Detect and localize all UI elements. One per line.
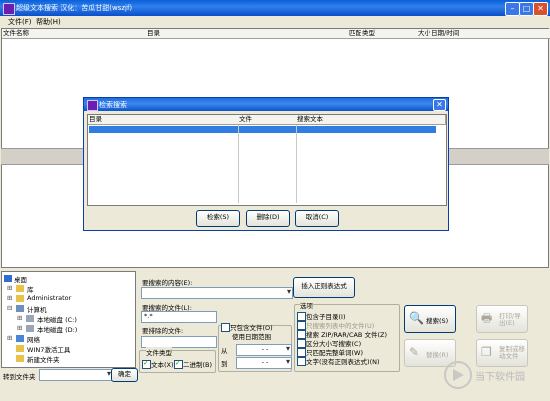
filetype-label: 文件类型 bbox=[146, 347, 172, 357]
col-divider bbox=[296, 125, 297, 203]
watermark: 当下软件园 bbox=[443, 360, 548, 392]
dialog-delete-button[interactable]: 删除(D) bbox=[246, 210, 290, 227]
collapse-icon[interactable]: ⊟ bbox=[7, 304, 12, 312]
option-checkbox[interactable] bbox=[297, 312, 306, 321]
search-dialog: 检索搜索 ✕ 目录 文件 搜索文本 检索(S) 删除(D) 取消(C) bbox=[83, 97, 449, 231]
option-literal: 文字(没有正则表达式)(N) bbox=[306, 358, 380, 366]
dialog-col-text[interactable]: 搜索文本 bbox=[296, 115, 438, 125]
col-datetime[interactable]: 日期/时间 bbox=[430, 29, 517, 39]
files-input[interactable]: *.* bbox=[141, 311, 217, 323]
dialog-col-file[interactable]: 文件 bbox=[238, 115, 298, 125]
tree-item-library[interactable]: 库 bbox=[27, 284, 34, 294]
col-type[interactable]: 类型 bbox=[361, 29, 390, 39]
close-button[interactable]: ✕ bbox=[533, 2, 548, 16]
col-dir[interactable]: 目录 bbox=[146, 29, 338, 39]
tree-item-newfolder[interactable]: 新建文件夹 bbox=[27, 354, 60, 364]
exclude-label: 要排除的文件: bbox=[142, 327, 184, 335]
dialog-search-button[interactable]: 检索(S) bbox=[196, 210, 240, 227]
binary-option: 二进制(B) bbox=[183, 361, 213, 369]
col-filename[interactable]: 文件名称 bbox=[2, 29, 148, 39]
insert-regex-button[interactable]: 插入正则表达式 bbox=[293, 277, 355, 298]
col-size[interactable]: 大小 bbox=[388, 29, 433, 39]
content-label: 要搜索的内容(E): bbox=[142, 279, 193, 287]
watermark-text: 当下软件园 bbox=[475, 372, 525, 383]
dialog-app-icon bbox=[87, 100, 98, 111]
dialog-list[interactable]: 目录 文件 搜索文本 bbox=[87, 114, 447, 206]
network-icon bbox=[16, 335, 24, 342]
folder-icon bbox=[16, 355, 24, 362]
binary-checkbox[interactable] bbox=[174, 359, 183, 369]
copy-files-icon: ❐ bbox=[481, 345, 492, 359]
folder-icon bbox=[16, 285, 24, 292]
desktop-icon bbox=[4, 275, 12, 282]
text-checkbox[interactable] bbox=[142, 359, 151, 369]
from-label: 从 bbox=[221, 347, 228, 355]
watermark-logo-icon bbox=[444, 361, 472, 389]
contains-files-checkbox[interactable] bbox=[221, 323, 230, 332]
printer-icon: 🖶 bbox=[481, 311, 493, 325]
tree-item-computer[interactable]: 计算机 bbox=[27, 304, 47, 314]
dialog-cancel-button[interactable]: 取消(C) bbox=[295, 210, 339, 227]
dialog-close-button[interactable]: ✕ bbox=[433, 99, 446, 111]
date-from-picker[interactable]: - - bbox=[236, 344, 292, 356]
folder-icon bbox=[16, 345, 24, 352]
tree-item-drive-c[interactable]: 本地磁盘 (C:) bbox=[37, 314, 77, 324]
content-input[interactable] bbox=[141, 287, 293, 299]
user-folder-icon bbox=[16, 295, 24, 302]
menu-help[interactable]: 帮助(H) bbox=[36, 17, 61, 27]
option-checkbox[interactable] bbox=[297, 357, 306, 366]
col-divider bbox=[238, 125, 239, 203]
text-option: 文本(X) bbox=[151, 361, 174, 369]
title-bar: 超级文本搜索 汉化：苦瓜甘甜(wszjf) – □ ✕ bbox=[0, 0, 550, 16]
expand-icon[interactable]: ⊞ bbox=[17, 324, 22, 332]
option-checkbox[interactable] bbox=[297, 348, 306, 357]
dialog-col-dir[interactable]: 目录 bbox=[88, 115, 240, 125]
options-title: 选项 bbox=[300, 300, 313, 310]
option-checkbox[interactable] bbox=[297, 321, 306, 330]
use-date-label: 使用日期范围 bbox=[232, 333, 271, 341]
tree-item-desktop[interactable]: 桌面 bbox=[14, 274, 27, 284]
search-button[interactable]: 🔍 搜索(S) bbox=[404, 305, 456, 333]
drive-icon bbox=[26, 315, 34, 322]
option-checkbox[interactable] bbox=[297, 339, 306, 348]
magnifier-icon: 🔍 bbox=[409, 311, 424, 325]
expand-icon[interactable]: ⊞ bbox=[7, 284, 12, 292]
print-export-button[interactable]: 🖶 打印/导出(E) bbox=[476, 305, 528, 333]
goto-label: 转到文件夹 bbox=[3, 373, 36, 381]
dialog-title: 检索搜索 bbox=[99, 101, 127, 109]
dialog-col-blank bbox=[436, 115, 446, 125]
option-checkbox[interactable] bbox=[297, 330, 306, 339]
dialog-title-bar: 检索搜索 ✕ bbox=[84, 98, 448, 111]
selected-row[interactable] bbox=[89, 126, 436, 133]
col-match[interactable]: 匹配 bbox=[336, 29, 364, 39]
menu-bar: 文件(F) 帮助(H) bbox=[0, 16, 550, 28]
tree-item-admin[interactable]: Administrator bbox=[27, 294, 71, 302]
date-to-picker[interactable]: - - bbox=[236, 357, 292, 369]
col-blank bbox=[515, 29, 550, 39]
expand-icon[interactable]: ⊞ bbox=[7, 334, 12, 342]
expand-icon[interactable]: ⊞ bbox=[7, 294, 12, 302]
replace-icon: ✎ bbox=[409, 345, 420, 359]
tree-item-win7[interactable]: WIN7激活工具 bbox=[27, 344, 70, 354]
tree-item-network[interactable]: 网络 bbox=[27, 334, 40, 344]
computer-icon bbox=[16, 305, 24, 312]
to-label: 到 bbox=[221, 360, 228, 368]
minimize-button[interactable]: – bbox=[505, 2, 520, 16]
goto-folder-combo[interactable] bbox=[39, 369, 113, 381]
goto-ok-button[interactable]: 确定 bbox=[111, 368, 138, 382]
drive-icon bbox=[26, 325, 34, 332]
folder-tree[interactable]: 桌面 ⊞ 库 ⊞ Administrator ⊟ 计算机 ⊞ 本地磁盘 (C:)… bbox=[1, 271, 136, 368]
tree-item-drive-d[interactable]: 本地磁盘 (D:) bbox=[37, 324, 77, 334]
expand-icon[interactable]: ⊞ bbox=[17, 314, 22, 322]
maximize-button[interactable]: □ bbox=[519, 2, 534, 16]
menu-file[interactable]: 文件(F) bbox=[8, 17, 32, 27]
window-title: 超级文本搜索 汉化：苦瓜甘甜(wszjf) bbox=[16, 4, 133, 12]
app-icon bbox=[3, 3, 15, 15]
